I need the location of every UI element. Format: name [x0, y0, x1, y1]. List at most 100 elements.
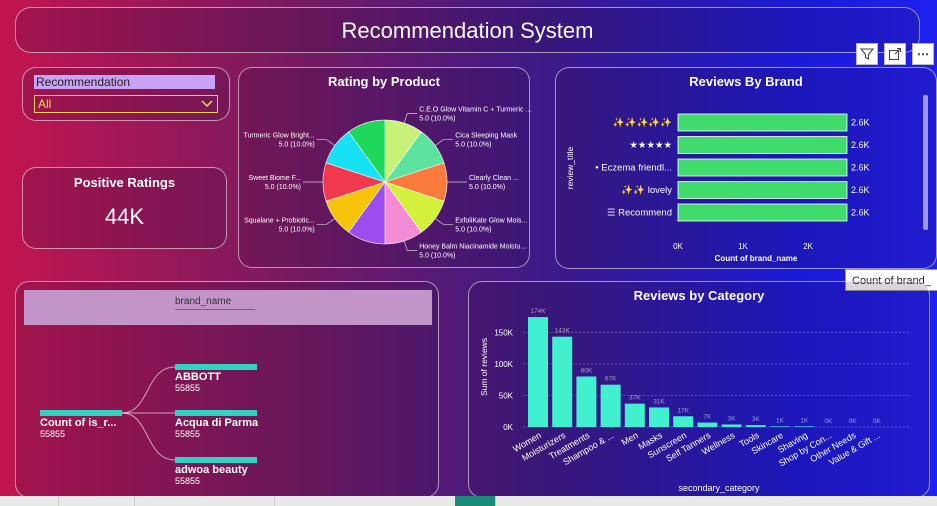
- tree-node-label: adwoa beauty: [175, 464, 248, 476]
- category-data-label: 80K: [581, 367, 593, 374]
- category-chart-panel: Reviews by Category 0K 50K 100K 150K 174K Wom…: [468, 281, 930, 498]
- tree-node-bar: [175, 364, 257, 370]
- category-data-label: 174K: [530, 308, 546, 315]
- tree-node-value: 55855: [175, 476, 201, 486]
- slicer-label: Recommendation: [34, 75, 215, 89]
- pie-value-label: 5.0 (10.0%): [279, 226, 315, 233]
- category-bar: [794, 426, 815, 428]
- category-bar: [552, 336, 573, 428]
- pie-label: Honey Balm Niacinamide Moistu...: [419, 243, 526, 250]
- taskbar-segment[interactable]: [134, 496, 275, 506]
- pie-label: C.E.O Glow Vitamin C + Turmeric ...: [419, 107, 531, 114]
- pie-leader-line: [403, 113, 418, 124]
- tree-child-node[interactable]: adwoa beauty 55855: [175, 457, 257, 486]
- pie-panel: Rating by Product C.E.O Glow Vitamin C +…: [238, 67, 531, 268]
- category-data-label: 7K: [703, 414, 712, 421]
- pie-value-label: 5.0 (10.0%): [455, 142, 491, 149]
- pie-leader-line: [434, 218, 454, 225]
- category-bar: [528, 317, 548, 428]
- category-data-label: 143K: [555, 328, 571, 335]
- category-bar-chart: 0K50K100K150K174KWomen143KMoisturizers80…: [479, 308, 909, 493]
- category-data-label: 0K: [873, 418, 882, 425]
- category-data-label: 0K: [849, 418, 858, 425]
- tree-node-label: ABBOTT: [175, 371, 221, 383]
- tree-node-label: Count of is_r...: [40, 417, 117, 429]
- brand-category-label: • Eczema friendl...: [595, 163, 672, 174]
- brand-data-label: 2.6K: [851, 208, 870, 218]
- category-data-label: 3K: [752, 416, 761, 423]
- category-data-label: 1K: [776, 417, 785, 424]
- category-bar: [600, 384, 621, 428]
- taskbar: [0, 496, 937, 506]
- slicer-value: All: [38, 97, 52, 111]
- brand-chart-panel: Reviews By Brand ✨✨✨✨✨ 2.6K ★★★★★ 2.6K • Ecz…: [555, 67, 937, 269]
- category-y-axis-label: Sum of reviews: [479, 338, 489, 396]
- category-data-label: 17K: [677, 407, 689, 414]
- pie-value-label: 5.0 (10.0%): [455, 226, 491, 233]
- slicer-dropdown[interactable]: All: [34, 95, 218, 113]
- tree-node-bar: [175, 410, 257, 416]
- category-y-tick: 0K: [503, 423, 513, 432]
- brand-data-label: 2.6K: [851, 118, 870, 128]
- brand-bar: [677, 158, 848, 177]
- focus-mode-icon[interactable]: [884, 43, 906, 65]
- brand-x-axis-label: Count of brand_name: [715, 254, 798, 263]
- taskbar-segment[interactable]: [0, 496, 59, 506]
- tree-node-value: 55855: [175, 383, 201, 393]
- tree-child-node[interactable]: Acqua di Parma 55855: [175, 410, 259, 439]
- category-bar: [697, 422, 718, 428]
- taskbar-segment[interactable]: [58, 496, 135, 506]
- brand-category-label: ★★★★★: [629, 140, 672, 151]
- tree-root-node[interactable]: Count of is_r... 55855: [40, 410, 122, 439]
- kpi-value: 44K: [104, 204, 145, 229]
- pie-leader-line: [316, 139, 336, 146]
- brand-data-label: 2.6K: [851, 140, 870, 150]
- filter-icon[interactable]: [856, 43, 878, 65]
- category-bar: [649, 407, 669, 428]
- category-bar: [673, 416, 694, 428]
- kpi-card: Positive Ratings 44K: [22, 167, 227, 249]
- category-data-label: 67K: [605, 376, 617, 383]
- brand-bar: [677, 113, 848, 132]
- title-panel: Recommendation System: [15, 7, 920, 53]
- category-data-label: 3K: [728, 415, 737, 422]
- pie-label: Cica Sleeping Mask: [455, 133, 517, 140]
- more-options-icon[interactable]: ⋯: [912, 43, 934, 65]
- brand-x-tick: 0K: [673, 242, 683, 251]
- tree-connector: [121, 412, 176, 461]
- pie-value-label: 5.0 (10.0%): [419, 252, 455, 259]
- pie-label: Sweet Biome F...: [248, 175, 301, 182]
- tree-node-bar: [40, 410, 122, 416]
- tree-node-label: Acqua di Parma: [175, 417, 259, 429]
- tree-node-value: 55855: [175, 429, 201, 439]
- brand-category-label: ✨✨✨✨✨: [613, 117, 672, 129]
- brand-bar: [677, 181, 848, 199]
- decomposition-tree-panel: brand_name Count of is_r... 55855 ABBOTT 55…: [15, 281, 439, 498]
- category-bar: [770, 426, 790, 428]
- pie-value-label: 5.0 (10.0%): [279, 142, 315, 149]
- category-data-label: 0K: [824, 418, 833, 425]
- scrollbar[interactable]: [923, 95, 928, 230]
- pie-value-label: 5.0 (10.0%): [469, 184, 505, 191]
- brand-category-label: ☰ Recommend: [607, 208, 672, 219]
- brand-category-label: ✨✨ lovely: [621, 184, 672, 196]
- taskbar-active-tab[interactable]: [455, 496, 496, 506]
- brand-bar: [677, 203, 848, 222]
- category-bar: [745, 425, 766, 428]
- slicer-panel: Recommendation All: [22, 67, 230, 121]
- category-x-axis-label: secondary_category: [678, 483, 760, 493]
- category-y-tick: 50K: [499, 391, 514, 400]
- page-title: Recommendation System: [341, 18, 594, 43]
- chevron-down-icon: [201, 100, 213, 108]
- pie-leader-line: [434, 139, 454, 146]
- pie-label: ExfoliKate Glow Mois...: [455, 217, 527, 224]
- category-data-label: 1K: [800, 417, 809, 424]
- brand-x-tick: 1K: [738, 242, 748, 251]
- tree-node-bar: [175, 457, 257, 463]
- brand-y-axis-label: review_title: [565, 146, 575, 189]
- kpi-title: Positive Ratings: [73, 175, 176, 190]
- tree-child-node[interactable]: ABBOTT 55855: [175, 364, 257, 393]
- pie-chart: C.E.O Glow Vitamin C + Turmeric ... 5.0 (…: [243, 107, 531, 260]
- brand-bar: [677, 136, 848, 154]
- category-data-label: 37K: [629, 395, 641, 402]
